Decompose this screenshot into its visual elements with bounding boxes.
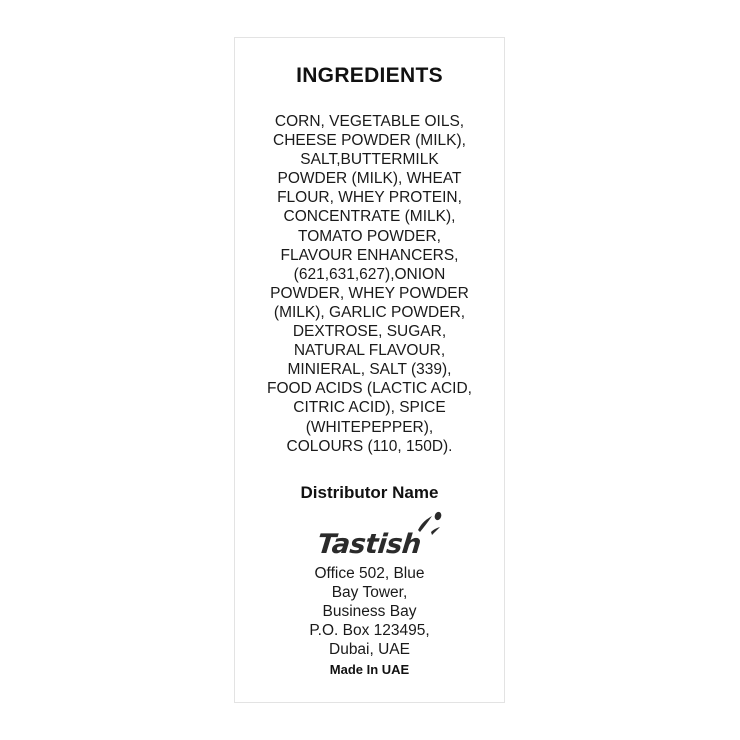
ingredient-line: (MILK), GARLIC POWDER,	[273, 303, 466, 321]
ingredient-line: NATURAL FLAVOUR,	[293, 342, 446, 360]
distributor-heading: Distributor Name	[300, 483, 439, 502]
ingredient-line: (621,631,627),ONION	[293, 265, 446, 283]
ingredient-line: POWDER, WHEY POWDER	[270, 284, 469, 302]
ingredient-line: COLOURS (110, 150D).	[286, 437, 453, 455]
ingredient-line: POWDER (MILK), WHEAT	[277, 170, 462, 188]
distributor-address: Office 502, Blue Bay Tower, Business Bay…	[235, 564, 504, 659]
splash-drop-icon	[418, 516, 432, 532]
made-in-note: Made In UAE	[329, 662, 410, 677]
brand-logo-wordmark: Tastish	[316, 529, 423, 560]
ingredient-line: FLOUR, WHEY PROTEIN,	[277, 189, 462, 207]
ingredient-line: TOMATO POWDER,	[298, 227, 441, 245]
ingredient-line: CITRIC ACID), SPICE	[293, 399, 446, 417]
address-line: Business Bay	[322, 603, 417, 621]
address-line: P.O. Box 123495,	[309, 622, 430, 640]
brand-logo: Tastish	[316, 511, 442, 560]
ingredients-heading: INGREDIENTS	[296, 64, 443, 87]
ingredient-line: CHEESE POWDER (MILK),	[273, 132, 466, 150]
ingredient-line: MINIERAL, SALT (339),	[287, 361, 452, 379]
product-label-card: INGREDIENTS CORN, VEGETABLE OILS, CHEESE…	[234, 37, 505, 703]
splash-drop-icon	[431, 527, 440, 535]
ingredient-line: DEXTROSE, SUGAR,	[292, 323, 447, 341]
address-line: Office 502, Blue	[314, 565, 425, 582]
ingredient-line: FLAVOUR ENHANCERS,	[280, 246, 459, 264]
ingredient-line: SALT,BUTTERMILK	[300, 151, 439, 169]
ingredient-line: CORN, VEGETABLE OILS,	[274, 113, 465, 130]
ingredients-list: CORN, VEGETABLE OILS, CHEESE POWDER (MIL…	[255, 112, 484, 456]
address-line: Bay Tower,	[331, 584, 408, 602]
ingredient-line: FOOD ACIDS (LACTIC ACID,	[267, 380, 472, 398]
ingredient-line: (WHITEPEPPER),	[305, 418, 434, 436]
ingredient-line: CONCENTRATE (MILK),	[283, 208, 456, 226]
address-line: Dubai, UAE	[329, 641, 410, 659]
splash-dot-icon	[434, 511, 442, 521]
